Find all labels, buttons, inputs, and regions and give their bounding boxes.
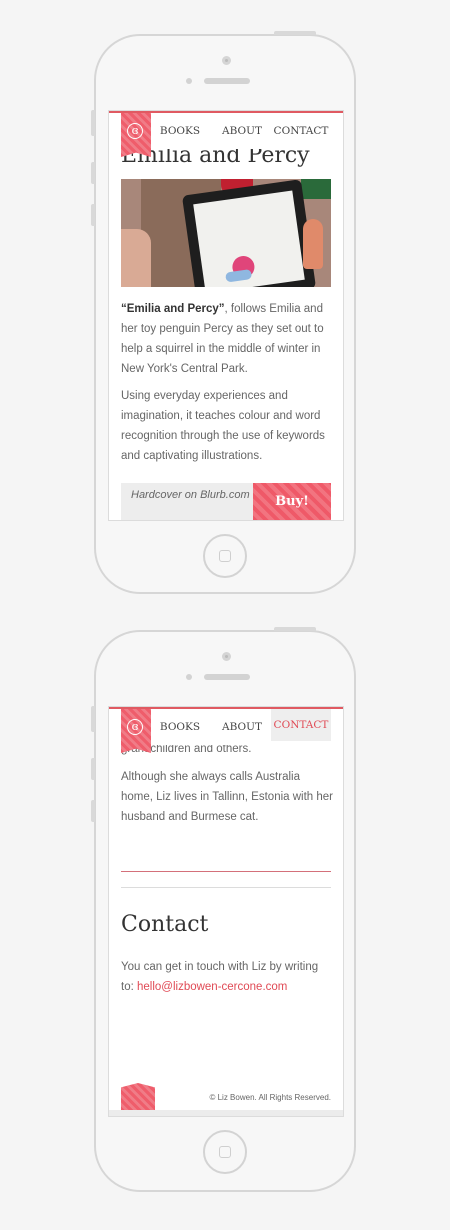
camera-icon: [222, 56, 231, 65]
nav-about[interactable]: ABOUT: [217, 709, 267, 745]
contact-text: You can get in touch with Liz by writing…: [121, 957, 333, 997]
top-nav: ɞ BOOKS ABOUT CONTACT: [109, 111, 343, 157]
home-button: [203, 534, 247, 578]
copyright: © Liz Bowen. All Rights Reserved.: [209, 1093, 331, 1102]
top-nav: ɞ BOOKS ABOUT CONTACT: [109, 707, 343, 753]
hand: [121, 229, 151, 287]
book-description: “Emilia and Percy”, follows Emilia and h…: [121, 299, 333, 379]
nav-contact[interactable]: CONTACT: [271, 709, 331, 741]
nav-books[interactable]: BOOKS: [157, 113, 203, 149]
phone-mockup-contact: grandchildren and others. ɞ BOOKS ABOUT …: [91, 627, 356, 1192]
speaker-grille: [204, 674, 250, 680]
divider-grey: [121, 887, 331, 888]
about-text: Although she always calls Australia home…: [121, 771, 334, 823]
camera-icon: [222, 652, 231, 661]
mute-switch: [91, 110, 95, 136]
divider-red: [121, 871, 331, 872]
volume-down-button: [91, 204, 95, 226]
contact-email-link[interactable]: hello@lizbowen-cercone.com: [137, 981, 287, 993]
volume-up-button: [91, 162, 95, 184]
book-photo: [121, 179, 331, 287]
nav-contact[interactable]: CONTACT: [271, 113, 331, 149]
sensor: [186, 78, 192, 84]
logo-ribbon-icon[interactable]: ɞ: [121, 709, 151, 753]
buy-label: Hardcover on Blurb.com: [131, 489, 250, 501]
mute-switch: [91, 706, 95, 732]
logo-ribbon-icon[interactable]: ɞ: [121, 113, 151, 157]
contact-heading: Contact: [121, 912, 209, 937]
tablet-illustration: [181, 179, 317, 287]
squirrel-illustration: [303, 219, 323, 269]
nav-books[interactable]: BOOKS: [157, 709, 203, 745]
buy-box: Hardcover on Blurb.com Buy!: [121, 483, 331, 520]
swirl-icon: ɞ: [127, 719, 143, 735]
swirl-icon: ɞ: [127, 123, 143, 139]
phone-screen: Emilia and Percy ɞ BOOKS ABOUT CONTACT “…: [108, 110, 344, 521]
footer-bar: [109, 1110, 343, 1116]
volume-down-button: [91, 800, 95, 822]
phone-screen: grandchildren and others. ɞ BOOKS ABOUT …: [108, 706, 344, 1117]
book-title-bold: “Emilia and Percy”: [121, 303, 225, 315]
power-button: [274, 627, 316, 631]
nav-about[interactable]: ABOUT: [217, 113, 267, 149]
speaker-grille: [204, 78, 250, 84]
volume-up-button: [91, 758, 95, 780]
home-button: [203, 1130, 247, 1174]
power-button: [274, 31, 316, 35]
buy-button[interactable]: Buy!: [253, 483, 331, 520]
book-description-2: Using everyday experiences and imaginati…: [121, 390, 325, 462]
sensor: [186, 674, 192, 680]
phone-mockup-books: Emilia and Percy ɞ BOOKS ABOUT CONTACT “…: [91, 31, 356, 594]
